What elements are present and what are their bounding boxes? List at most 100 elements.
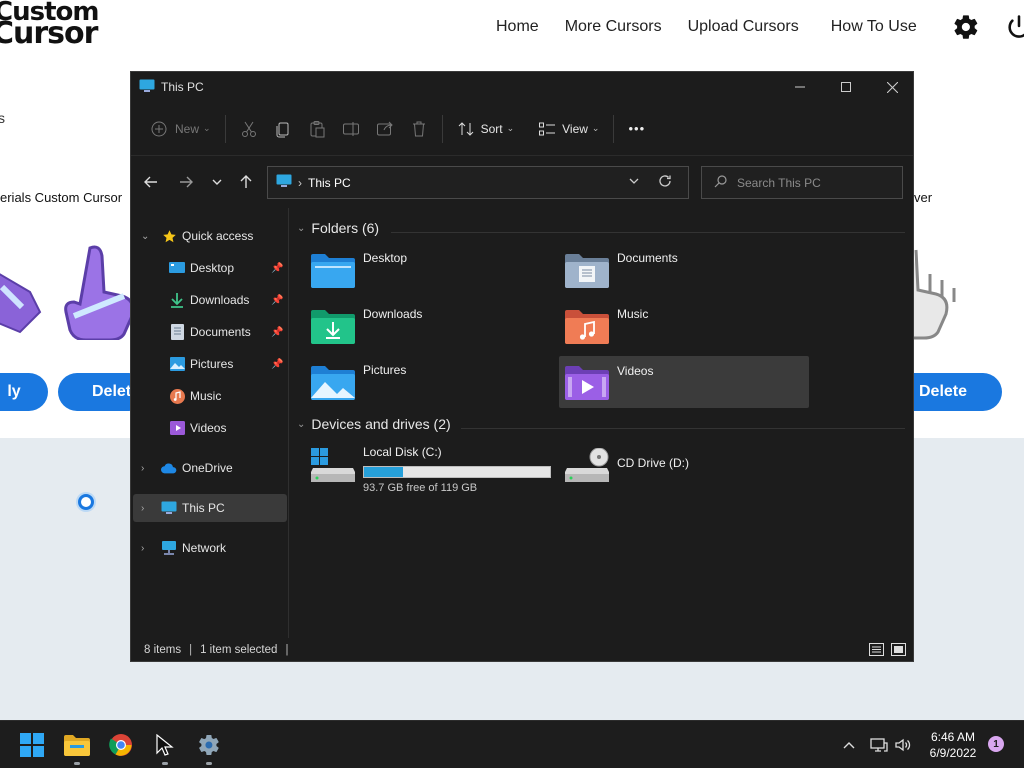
address-path[interactable]: This PC	[308, 176, 351, 190]
search-box[interactable]	[701, 166, 903, 199]
nav-upload-cursors[interactable]: Upload Cursors	[688, 18, 799, 36]
cursor-app-icon	[156, 734, 174, 756]
folder-name: Pictures	[363, 363, 407, 377]
settings-gear-icon[interactable]	[952, 13, 980, 46]
this-pc-icon	[139, 79, 155, 96]
maximize-button[interactable]	[823, 72, 869, 102]
sort-button[interactable]: Sort ⌄	[449, 113, 523, 145]
delete-button[interactable]	[402, 113, 436, 145]
title-bar[interactable]: This PC	[131, 72, 913, 102]
site-header: Custom Cursor Home More Cursors Upload C…	[0, 0, 1024, 58]
status-separator: |	[189, 644, 193, 656]
drive-tile-c[interactable]: Local Disk (C:) 93.7 GB free of 119 GB	[301, 442, 551, 498]
paste-button[interactable]	[300, 113, 334, 145]
nav-home[interactable]: Home	[496, 18, 539, 36]
large-icons-view-button[interactable]	[891, 643, 906, 659]
taskbar-settings[interactable]	[193, 729, 225, 765]
running-indicator	[162, 762, 168, 765]
refresh-icon[interactable]	[658, 174, 672, 191]
taskbar-custom-cursor[interactable]	[149, 729, 181, 765]
status-separator: |	[285, 644, 289, 656]
volume-tray-button[interactable]	[894, 721, 912, 768]
nav-music[interactable]: Music	[131, 382, 289, 410]
apply-button[interactable]: ly	[0, 373, 48, 411]
folder-name: Music	[617, 307, 649, 321]
cursor-hand-preview-image	[64, 245, 135, 340]
devices-group-header[interactable]: ⌄ Devices and drives (2)	[297, 416, 451, 432]
nav-desktop[interactable]: Desktop 📌	[131, 254, 289, 282]
network-tray-button[interactable]	[870, 721, 888, 768]
breadcrumb-chevron-icon: ›	[298, 175, 302, 190]
folder-tile-pictures[interactable]: Pictures	[301, 358, 551, 410]
toolbar-separator	[613, 114, 615, 143]
network-monitor-icon	[870, 738, 888, 752]
cursor-preview-image	[0, 273, 42, 334]
details-view-button[interactable]	[869, 643, 884, 659]
nav-quick-access[interactable]: ⌄ Quick access	[131, 222, 289, 250]
nav-this-pc[interactable]: › This PC	[133, 494, 287, 522]
nav-downloads[interactable]: Downloads 📌	[131, 286, 289, 314]
nav-more-cursors[interactable]: More Cursors	[565, 18, 662, 36]
pin-icon: 📌	[271, 294, 284, 306]
content-pane: ⌄ Folders (6) Desktop Documents Download…	[291, 208, 913, 638]
notification-badge[interactable]: 1	[988, 736, 1004, 752]
view-button[interactable]: View ⌄	[530, 113, 607, 145]
nav-videos[interactable]: Videos	[131, 414, 289, 442]
folders-group-header[interactable]: ⌄ Folders (6)	[297, 220, 379, 236]
folder-tile-videos[interactable]: Videos	[559, 356, 809, 408]
rename-button[interactable]	[334, 113, 368, 145]
nav-onedrive[interactable]: › OneDrive	[131, 454, 289, 482]
pin-icon: 📌	[271, 326, 284, 338]
share-icon	[376, 121, 393, 135]
cd-drive-icon	[565, 447, 609, 487]
address-bar[interactable]: › This PC	[267, 166, 689, 199]
drive-tile-d[interactable]: CD Drive (D:)	[555, 442, 805, 498]
nav-how-to-use[interactable]: How To Use	[831, 18, 917, 36]
up-button[interactable]	[234, 170, 258, 194]
folder-tile-documents[interactable]: Documents	[555, 246, 805, 298]
folder-tile-desktop[interactable]: Desktop	[301, 246, 551, 298]
collapse-chevron-icon[interactable]: ⌄	[297, 419, 305, 430]
nav-documents[interactable]: Documents 📌	[131, 318, 289, 346]
drive-name: CD Drive (D:)	[617, 456, 689, 470]
show-hidden-icons-button[interactable]	[842, 721, 856, 768]
folder-tile-downloads[interactable]: Downloads	[301, 302, 551, 354]
taskbar-chrome[interactable]	[105, 729, 137, 761]
expand-chevron-icon[interactable]: ⌄	[141, 231, 149, 242]
sort-icon	[458, 121, 473, 136]
share-button[interactable]	[368, 113, 402, 145]
paste-icon	[310, 120, 325, 137]
expand-chevron-icon[interactable]: ›	[141, 463, 144, 474]
recent-locations-button[interactable]	[205, 170, 229, 194]
nav-label: Videos	[190, 421, 227, 435]
site-logo[interactable]: Custom Cursor	[0, 0, 99, 49]
start-button[interactable]	[16, 729, 48, 761]
navigation-pane: ⌄ Quick access Desktop 📌 Downloads 📌 Doc…	[131, 208, 289, 638]
address-dropdown-icon[interactable]	[628, 175, 640, 190]
close-button[interactable]	[869, 72, 915, 102]
minimize-button[interactable]	[777, 72, 823, 102]
group-divider	[461, 428, 905, 429]
up-arrow-icon	[240, 175, 252, 188]
new-button[interactable]: New ⌄	[143, 113, 219, 145]
network-icon	[161, 540, 177, 556]
search-input[interactable]	[737, 175, 887, 190]
back-button[interactable]	[139, 170, 163, 194]
expand-chevron-icon[interactable]: ›	[141, 543, 144, 554]
folder-name: Videos	[617, 364, 654, 378]
clock[interactable]: 6:46 AM 6/9/2022	[918, 729, 988, 761]
collapse-chevron-icon[interactable]: ⌄	[297, 223, 305, 234]
forward-button[interactable]	[174, 170, 198, 194]
speaker-icon	[895, 738, 911, 752]
more-options-button[interactable]: •••	[620, 113, 653, 145]
copy-button[interactable]	[266, 113, 300, 145]
nav-pictures[interactable]: Pictures 📌	[131, 350, 289, 378]
taskbar-file-explorer[interactable]	[61, 729, 93, 765]
cut-button[interactable]	[232, 113, 266, 145]
nav-network[interactable]: › Network	[131, 534, 289, 562]
taskbar: 6:46 AM 6/9/2022	[0, 720, 1024, 768]
folder-tile-music[interactable]: Music	[555, 302, 805, 354]
view-icon	[539, 122, 556, 135]
power-icon[interactable]	[1005, 13, 1024, 46]
expand-chevron-icon[interactable]: ›	[141, 503, 144, 514]
